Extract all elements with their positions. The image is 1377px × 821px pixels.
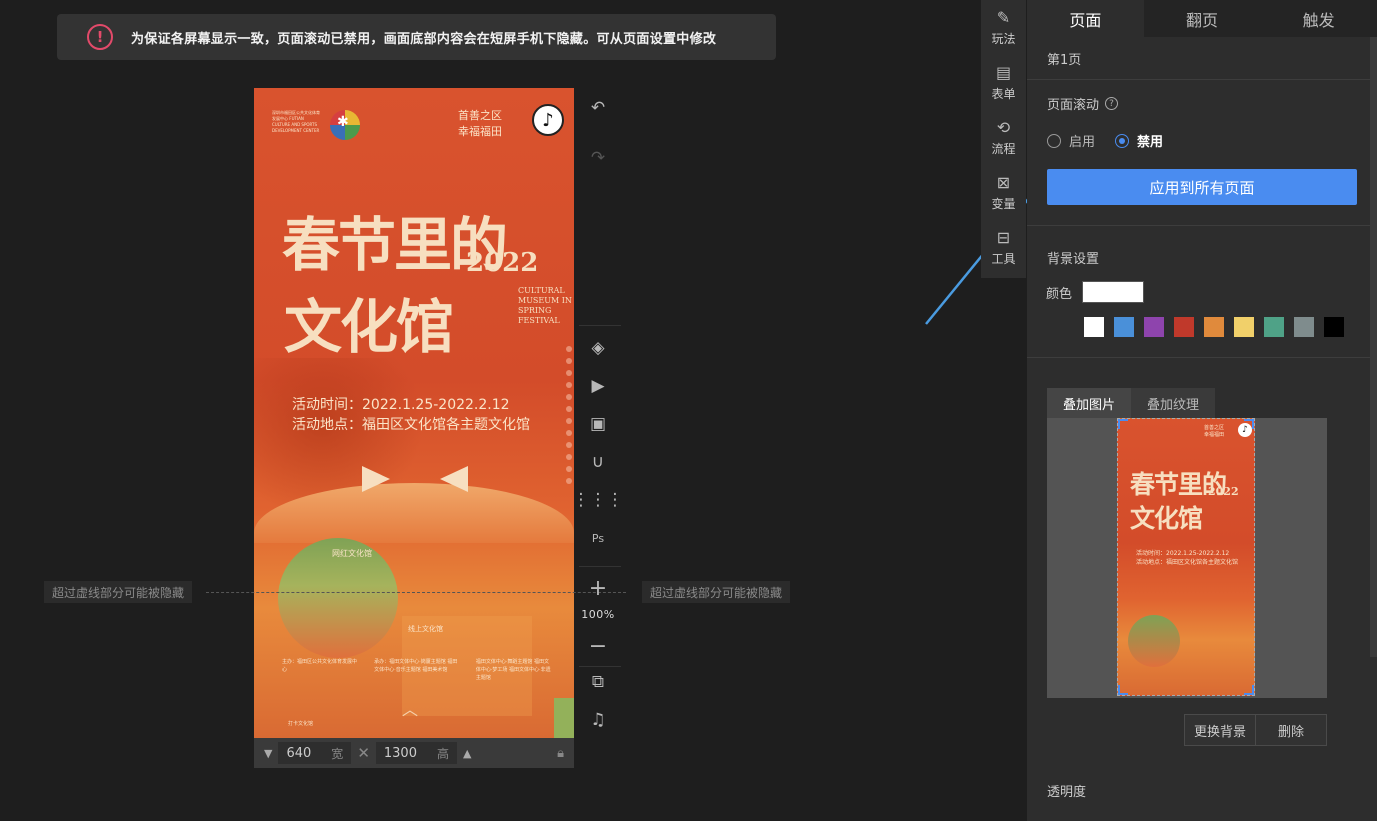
overlay-tabs: 叠加图片 叠加纹理 xyxy=(1047,388,1377,418)
poster-time: 活动时间：2022.1.25-2022.2.12 xyxy=(292,397,510,413)
poster-org: 深圳市福田区公共文化体育发展中心 FUTIAN CULTURE AND SPOR… xyxy=(272,110,320,133)
opacity-label: 透明度 xyxy=(1047,785,1087,800)
color-swatch[interactable] xyxy=(1234,317,1254,337)
height-field[interactable]: 1300 高 xyxy=(375,742,457,764)
redo-icon[interactable]: ↷ xyxy=(575,144,621,172)
film-icon[interactable]: ▣ xyxy=(575,410,621,438)
color-swatch[interactable] xyxy=(1264,317,1284,337)
side-tab-form[interactable]: ▤ 表单 xyxy=(981,55,1026,110)
variable-icon: ⊠ xyxy=(996,173,1011,192)
background-settings-label: 背景设置 xyxy=(1047,252,1100,267)
delete-background-button[interactable]: 删除 xyxy=(1255,715,1326,745)
color-swatch[interactable] xyxy=(1084,317,1104,337)
tab-overlay-texture[interactable]: 叠加纹理 xyxy=(1131,388,1216,418)
radio-disable[interactable]: 禁用 xyxy=(1115,131,1163,150)
radio-circle xyxy=(1115,133,1130,148)
side-tab-variable[interactable]: ⊠ 变量 xyxy=(981,165,1026,220)
flow-icon: ⟲ xyxy=(996,118,1011,137)
gameplay-icon: ✎ xyxy=(996,8,1011,27)
magnet-icon[interactable]: ∪ xyxy=(575,448,621,476)
poster-footer: 打卡文化馆 xyxy=(288,721,314,727)
page-name: 第1页 xyxy=(1047,52,1082,68)
canvas-size-bar: ▼ 640 宽 ✕ 1300 高 ▲ 🔒︎ xyxy=(254,738,574,768)
swap-icon[interactable]: ✕ xyxy=(357,744,370,762)
tab-overlay-image[interactable]: 叠加图片 xyxy=(1047,388,1132,418)
zoom-level: 100% xyxy=(581,608,615,621)
tab-flip[interactable]: 翻页 xyxy=(1144,0,1261,37)
hide-guide-line xyxy=(206,592,626,593)
futian-logo xyxy=(330,110,360,140)
caret-up-icon[interactable]: ▲ xyxy=(463,747,471,760)
color-swatch[interactable] xyxy=(1174,317,1194,337)
grid-icon[interactable]: ⋮⋮⋮ xyxy=(573,486,624,514)
color-swatches xyxy=(1027,303,1377,357)
form-icon: ▤ xyxy=(995,63,1012,82)
canvas-toolbar: ↶ ↷ ◈ ▶ ▣ ∪ ⋮⋮⋮ Ps + − ⧉ ♫ xyxy=(573,88,624,738)
page-scroll-label: 页面滚动 xyxy=(1047,98,1100,113)
poster-place: 活动地点：福田区文化馆各主题文化馆 xyxy=(292,417,530,433)
scroll-disabled-notice: ! 为保证各屏幕显示一致，页面滚动已禁用，画面底部内容会在短屏手机下隐藏。可从页… xyxy=(57,14,776,60)
triangle-right-decoration xyxy=(440,466,468,492)
page-canvas[interactable]: 深圳市福田区公共文化体育发展中心 FUTIAN CULTURE AND SPOR… xyxy=(254,88,574,738)
chevron-up-icon: ︿ xyxy=(402,700,419,719)
poster-hosts: 主办：福田区公共文化体育发展中心 承办：福田文体中心·岗厦主题馆 福田文体中心·… xyxy=(282,659,551,681)
alert-icon: ! xyxy=(87,24,113,50)
panel-tabs: 页面 翻页 触发 xyxy=(1027,0,1377,37)
side-tabs: ✎ 玩法 ▤ 表单 ⟲ 流程 ⊠ 变量 ⊟ 工具 xyxy=(981,0,1026,278)
tab-page[interactable]: 页面 xyxy=(1027,0,1144,37)
layers-icon[interactable]: ◈ xyxy=(575,334,621,362)
poster-slogan: 首善之区 幸福福田 xyxy=(458,109,502,138)
lock-icon[interactable]: 🔒︎ xyxy=(557,746,564,761)
play-icon[interactable]: ▶ xyxy=(575,372,621,400)
radio-circle xyxy=(1047,133,1061,148)
headset-icon[interactable]: ♫ xyxy=(575,706,621,734)
tab-trigger[interactable]: 触发 xyxy=(1260,0,1377,37)
zoom-in-icon[interactable]: + xyxy=(575,574,621,602)
label-online-celebrity: 网红文化馆 xyxy=(332,549,372,558)
hide-hint-right: 超过虚线部分可能被隐藏 xyxy=(642,581,791,603)
toolbox-icon: ⊟ xyxy=(996,228,1011,247)
color-swatch[interactable] xyxy=(1324,317,1344,337)
hide-hint-left: 超过虚线部分可能被隐藏 xyxy=(44,581,193,603)
help-icon[interactable]: ? xyxy=(1105,97,1119,110)
background-thumbnail: 首善之区 幸福福田 ♪ 春节里的 2022 文化馆 活动时间：2022.1.25-… xyxy=(1117,418,1255,696)
color-picker[interactable] xyxy=(1082,281,1145,303)
music-note-icon[interactable]: ♪ xyxy=(532,104,564,136)
background-preview[interactable]: 首善之区 幸福福田 ♪ 春节里的 2022 文化馆 活动时间：2022.1.25-… xyxy=(1047,418,1327,698)
replace-background-button[interactable]: 更换背景 xyxy=(1185,715,1255,745)
side-tab-flow[interactable]: ⟲ 流程 xyxy=(981,110,1026,165)
color-swatch[interactable] xyxy=(1294,317,1314,337)
label-online: 线上文化馆 xyxy=(408,625,443,633)
page-dots xyxy=(566,346,574,490)
side-tab-gameplay[interactable]: ✎ 玩法 xyxy=(981,0,1026,55)
poster-year: 2022 xyxy=(466,248,539,278)
zoom-out-icon[interactable]: − xyxy=(575,632,621,660)
preview-icon[interactable]: ⧉ xyxy=(575,668,621,696)
radio-enable[interactable]: 启用 xyxy=(1047,131,1095,150)
undo-icon[interactable]: ↶ xyxy=(575,94,621,122)
panel-scrollbar[interactable] xyxy=(1370,37,1377,657)
width-field[interactable]: 640 宽 xyxy=(278,742,352,764)
notice-text: 为保证各屏幕显示一致，页面滚动已禁用，画面底部内容会在短屏手机下隐藏。可从页面设… xyxy=(131,31,717,47)
color-swatch[interactable] xyxy=(1204,317,1224,337)
color-swatch[interactable] xyxy=(1144,317,1164,337)
triangle-left-decoration xyxy=(362,466,390,492)
poster-title-line2: 文化馆 xyxy=(284,293,454,361)
background-actions: 更换背景 删除 xyxy=(1184,714,1327,746)
green-block-decoration xyxy=(554,698,574,738)
settings-panel: 页面 翻页 触发 第1页 页面滚动 ? 启用 禁用 应用到所有页面 背景设置 颜… xyxy=(1027,0,1377,821)
poster-english-title: CULTURAL MUSEUM IN SPRING FESTIVAL xyxy=(518,286,572,325)
color-label: 颜色 xyxy=(1046,286,1073,302)
color-swatch[interactable] xyxy=(1114,317,1134,337)
side-tab-tools[interactable]: ⊟ 工具 xyxy=(981,220,1026,275)
caret-down-icon[interactable]: ▼ xyxy=(264,747,272,760)
psd-icon[interactable]: Ps xyxy=(575,524,621,552)
apply-all-pages-button[interactable]: 应用到所有页面 xyxy=(1047,169,1357,205)
